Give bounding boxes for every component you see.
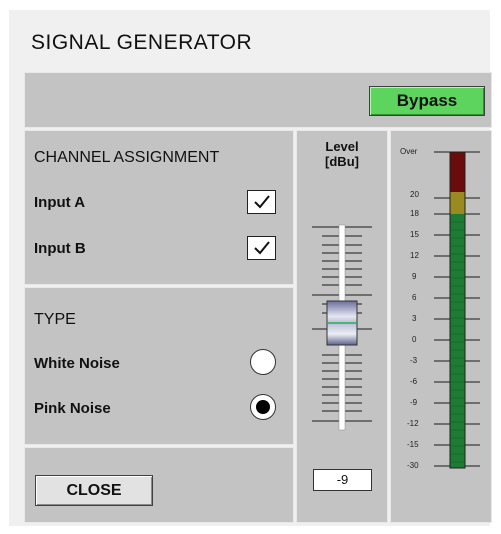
meter-label: -3 — [410, 356, 418, 365]
fader-knob[interactable] — [326, 300, 358, 346]
pink-noise-radio[interactable] — [250, 394, 276, 420]
meter-label: 12 — [410, 251, 419, 260]
bypass-button[interactable]: Bypass — [369, 86, 485, 116]
meter-label: -15 — [407, 440, 419, 449]
channel-assignment-title: CHANNEL ASSIGNMENT — [34, 149, 220, 166]
level-fader[interactable] — [296, 215, 388, 437]
meter-over-segment — [450, 152, 465, 192]
level-value-field[interactable]: -9 — [313, 469, 372, 491]
input-a-label: Input A — [34, 194, 86, 211]
meter-label-over: Over — [400, 147, 418, 156]
meter-label: 15 — [410, 230, 419, 239]
input-b-checkbox[interactable] — [247, 236, 276, 260]
meter-label: -30 — [407, 461, 419, 470]
pink-noise-label: Pink Noise — [34, 400, 111, 417]
meter-warning-segment — [450, 192, 465, 214]
meter-label: 6 — [412, 293, 417, 302]
close-button[interactable]: CLOSE — [35, 475, 153, 506]
meter-label: -6 — [410, 377, 418, 386]
window-title: SIGNAL GENERATOR — [31, 31, 253, 54]
type-title: TYPE — [34, 311, 76, 328]
level-unit-label: [dBu] — [325, 154, 359, 169]
meter-label: 18 — [410, 209, 419, 218]
checkmark-icon — [254, 241, 270, 255]
meter-label: -12 — [407, 419, 419, 428]
meter-label: 0 — [412, 335, 417, 344]
checkmark-icon — [254, 195, 270, 209]
input-b-label: Input B — [34, 240, 86, 257]
level-meter — [434, 151, 480, 469]
white-noise-label: White Noise — [34, 355, 120, 372]
input-a-checkbox[interactable] — [247, 190, 276, 214]
white-noise-radio[interactable] — [250, 349, 276, 375]
level-title: Level [dBu] — [296, 139, 388, 169]
meter-label: 20 — [410, 190, 419, 199]
level-title-line1: Level — [325, 139, 359, 154]
meter-label: 9 — [412, 272, 417, 281]
meter-label: 3 — [412, 314, 417, 323]
meter-label: -9 — [410, 398, 418, 407]
radio-selected-dot — [256, 400, 270, 414]
